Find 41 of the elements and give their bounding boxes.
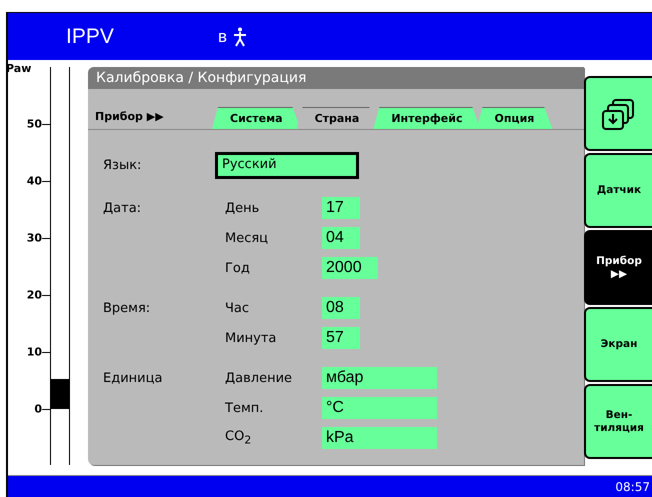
- field-label: Минута: [225, 330, 276, 346]
- field-label: Час: [225, 300, 250, 316]
- language-field[interactable]: Русский: [215, 152, 359, 178]
- field-label: CO$_{2}$: [225, 429, 252, 444]
- field-label: Язык:: [103, 158, 142, 172]
- pages-button[interactable]: [584, 76, 652, 151]
- clock-time: 08:57: [615, 480, 650, 494]
- value-field[interactable]: °C: [322, 397, 437, 419]
- menu-button[interactable]: Датчик: [584, 153, 652, 228]
- value-field[interactable]: 04: [322, 227, 360, 249]
- menu-button[interactable]: Вен- тиляция: [584, 384, 652, 459]
- value-field[interactable]: 2000: [322, 257, 378, 279]
- tab[interactable]: Опция: [476, 107, 552, 129]
- value-field[interactable]: kPa: [322, 427, 437, 449]
- tick-label: 0: [34, 402, 42, 416]
- section-label: Прибор ▶▶: [95, 110, 165, 123]
- panel-title: Калибровка / Конфигурация: [88, 67, 584, 89]
- value-field[interactable]: 17: [322, 197, 360, 219]
- ventilation-mode: IPPV: [66, 24, 115, 48]
- value-field[interactable]: 57: [322, 327, 360, 349]
- group-label: Время:: [103, 300, 150, 316]
- field-label: Темп.: [225, 400, 264, 416]
- tick-label: 10: [26, 346, 42, 358]
- tick-label: 20: [26, 288, 42, 302]
- menu-button[interactable]: Экран: [584, 307, 652, 382]
- tick-label: 40: [26, 174, 42, 188]
- tab[interactable]: Интерфейс: [373, 107, 480, 129]
- tab[interactable]: Система: [212, 107, 301, 129]
- value-field[interactable]: мбар: [322, 367, 437, 389]
- value-field[interactable]: 08: [322, 297, 360, 319]
- group-label: Единица: [103, 370, 162, 386]
- field-label: Давление: [225, 370, 292, 386]
- tick-label: 30: [26, 232, 42, 244]
- person-icon: [233, 26, 248, 46]
- field-label: Месяц: [225, 230, 268, 246]
- field-label: Год: [225, 260, 250, 276]
- field-label: День: [225, 200, 260, 216]
- menu-button[interactable]: Прибор ▶▶: [584, 230, 652, 305]
- tick-label: 50: [26, 118, 42, 130]
- group-label: Дата:: [103, 200, 142, 216]
- patient-type: в: [218, 26, 228, 46]
